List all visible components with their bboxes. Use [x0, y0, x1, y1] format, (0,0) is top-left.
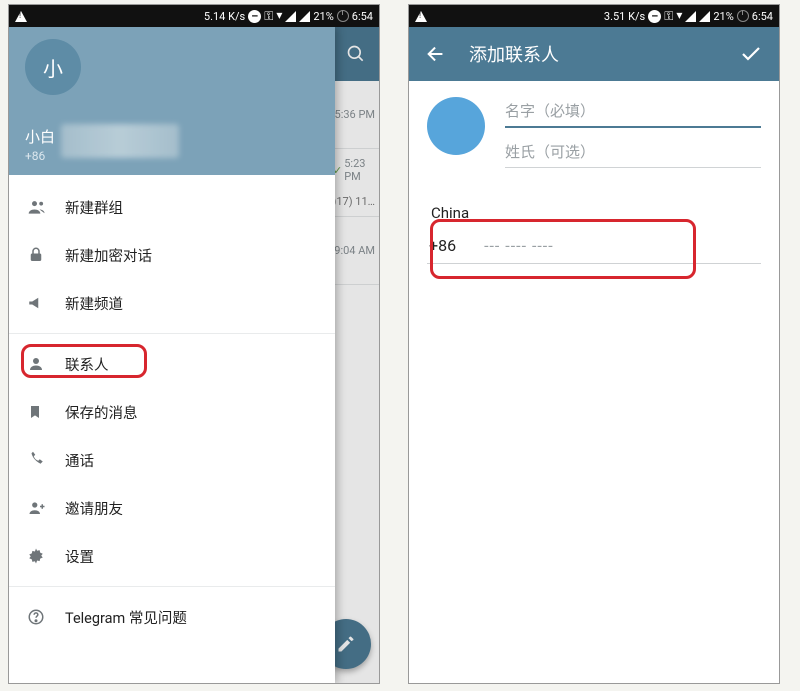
signal-icon: [685, 11, 696, 22]
chat-list-screen: 5:36 PM ✓ 5:23 PM )17) 11… 9:04 AM 小 小白: [9, 27, 379, 683]
menu-settings[interactable]: 设置: [9, 532, 335, 580]
person-icon: [27, 355, 65, 373]
menu-label: 新建频道: [65, 293, 123, 314]
help-icon: [27, 608, 65, 626]
status-bar: 3.51 K/s – ⚿ ▾ 21% 6:54: [409, 5, 779, 27]
menu-new-channel[interactable]: 新建频道: [9, 279, 335, 327]
menu-label: 新建群组: [65, 197, 123, 218]
gear-icon: [27, 547, 65, 565]
menu-contacts[interactable]: 联系人: [9, 340, 335, 388]
signal-icon: [699, 11, 710, 22]
dnd-icon: –: [248, 10, 261, 23]
last-name-field[interactable]: [505, 140, 761, 168]
menu-label: 联系人: [65, 354, 109, 375]
dnd-icon: –: [648, 10, 661, 23]
alert-icon: [415, 11, 427, 22]
phone-icon: [27, 451, 65, 469]
lock-icon: [27, 246, 65, 264]
arrow-left-icon: [425, 43, 447, 65]
phone-row: +86 --- ---- ----: [427, 232, 761, 264]
back-button[interactable]: [419, 39, 453, 69]
menu-label: 邀请朋友: [65, 498, 123, 519]
menu-label: 新建加密对话: [65, 245, 152, 266]
nav-drawer: 小 小白 +86 新建群组: [9, 27, 335, 683]
appbar: 添加联系人: [409, 27, 779, 81]
menu-new-secret-chat[interactable]: 新建加密对话: [9, 231, 335, 279]
vpn-key-icon: ⚿: [664, 9, 673, 24]
wifi-icon: ▾: [276, 8, 282, 22]
check-icon: [739, 42, 763, 66]
clock-time: 6:54: [752, 10, 773, 23]
avatar-placeholder[interactable]: [427, 97, 485, 155]
net-speed: 5.14 K/s: [204, 10, 245, 23]
phone-right: 3.51 K/s – ⚿ ▾ 21% 6:54 添加联系人: [408, 4, 780, 684]
drawer-menu: 新建群组 新建加密对话 新建频道: [9, 175, 335, 683]
clock-icon: [337, 10, 349, 22]
phone-left: 5.14 K/s – ⚿ ▾ 21% 6:54 5:36 PM ✓ 5:23 P: [8, 4, 380, 684]
megaphone-icon: [27, 294, 65, 312]
divider: [9, 333, 335, 334]
drawer-scrim[interactable]: [335, 27, 379, 683]
bookmark-icon: [27, 403, 65, 421]
avatar-initial: 小: [43, 53, 63, 82]
menu-label: 设置: [65, 546, 94, 567]
status-bar: 5.14 K/s – ⚿ ▾ 21% 6:54: [9, 5, 379, 27]
net-speed: 3.51 K/s: [604, 10, 645, 23]
battery-percent: 21%: [313, 10, 333, 23]
menu-faq[interactable]: Telegram 常见问题: [9, 593, 335, 641]
menu-new-group[interactable]: 新建群组: [9, 183, 335, 231]
clock-time: 6:54: [352, 10, 373, 23]
vpn-key-icon: ⚿: [264, 9, 273, 24]
group-icon: [27, 197, 65, 217]
add-contact-screen: 添加联系人 China +86 --- ---- ----: [409, 27, 779, 683]
person-add-icon: [27, 499, 65, 517]
signal-icon: [285, 11, 296, 22]
redaction-blur: [61, 124, 179, 158]
menu-label: 通话: [65, 450, 94, 471]
phone-code[interactable]: +86: [429, 236, 456, 255]
avatar[interactable]: 小: [25, 39, 81, 95]
signal-icon: [299, 11, 310, 22]
alert-icon: [15, 11, 27, 22]
page-title: 添加联系人: [469, 41, 717, 67]
menu-calls[interactable]: 通话: [9, 436, 335, 484]
divider: [9, 586, 335, 587]
confirm-button[interactable]: [733, 38, 769, 70]
contact-form: China +86 --- ---- ----: [409, 81, 779, 264]
first-name-field[interactable]: [505, 99, 761, 128]
phone-number-field[interactable]: --- ---- ----: [484, 236, 554, 255]
battery-percent: 21%: [713, 10, 733, 23]
menu-invite-friends[interactable]: 邀请朋友: [9, 484, 335, 532]
menu-saved-messages[interactable]: 保存的消息: [9, 388, 335, 436]
menu-label: 保存的消息: [65, 402, 138, 423]
wifi-icon: ▾: [676, 8, 682, 22]
country-selector[interactable]: China: [427, 204, 761, 222]
clock-icon: [737, 10, 749, 22]
menu-label: Telegram 常见问题: [65, 607, 187, 628]
drawer-header[interactable]: 小 小白 +86: [9, 27, 335, 175]
